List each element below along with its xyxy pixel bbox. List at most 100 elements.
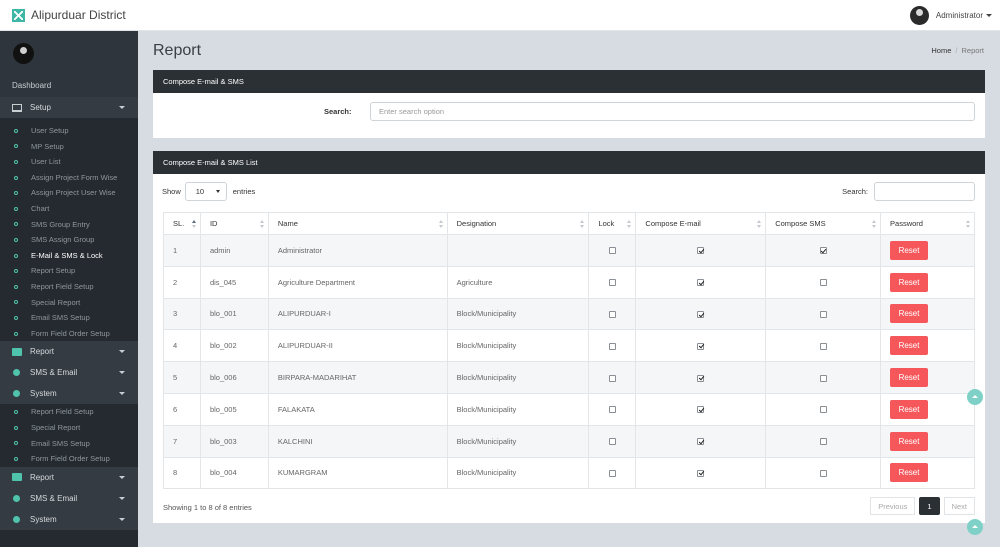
sidebar-subitem[interactable]: Chart bbox=[0, 201, 138, 217]
sidebar-subitem[interactable]: Form Field Order Setup bbox=[0, 451, 138, 467]
compose-email-checkbox[interactable] bbox=[697, 469, 705, 477]
sidebar-subitem[interactable]: User Setup bbox=[0, 123, 138, 139]
sidebar-subitem[interactable]: Assign Project Form Wise bbox=[0, 170, 138, 186]
panel-heading: Compose E-mail & SMS List bbox=[153, 151, 985, 174]
pagination-next[interactable]: Next bbox=[943, 497, 975, 515]
reset-password-button[interactable]: Reset bbox=[890, 240, 929, 260]
user-menu[interactable]: Administrator bbox=[909, 6, 992, 25]
table-header-row: SL. ID Name Designation Lock Compose E-mail Co… bbox=[163, 212, 975, 235]
table-row: 5 blo_006 BIRPARA-MADARIHAT Block/Municipal… bbox=[163, 361, 975, 394]
sidebar-subitem[interactable]: User List bbox=[0, 154, 138, 170]
lock-checkbox[interactable] bbox=[608, 247, 616, 255]
reset-password-button[interactable]: Reset bbox=[890, 336, 929, 356]
cell-name: ALIPURDUAR-I bbox=[267, 297, 448, 331]
sidebar-item-dashboard[interactable]: Dashboard bbox=[0, 75, 138, 97]
table-search-input[interactable] bbox=[874, 182, 975, 201]
sidebar-subitem[interactable]: Report Setup bbox=[0, 263, 138, 279]
lock-checkbox[interactable] bbox=[608, 374, 616, 382]
chevron-down-icon bbox=[119, 392, 125, 396]
sidebar-group-system-lower[interactable]: System bbox=[0, 508, 138, 530]
sidebar-subitem[interactable]: Special Report bbox=[0, 420, 138, 436]
sidebar-subitem[interactable]: SMS Group Entry bbox=[0, 217, 138, 233]
sidebar-group-report[interactable]: Report bbox=[0, 341, 138, 363]
app-title: Alipurduar District bbox=[31, 8, 126, 22]
column-header[interactable]: Password bbox=[880, 212, 975, 235]
compose-email-checkbox[interactable] bbox=[697, 374, 705, 382]
sidebar-subitem-label: SMS Assign Group bbox=[31, 235, 95, 245]
breadcrumb-home[interactable]: Home bbox=[931, 46, 951, 55]
sidebar-subitem[interactable]: Report Field Setup bbox=[0, 279, 138, 295]
cell-designation: Block/Municipality bbox=[446, 392, 590, 426]
reset-password-button[interactable]: Reset bbox=[890, 304, 929, 324]
sidebar-group-system[interactable]: System bbox=[0, 383, 138, 405]
reset-password-button[interactable]: Reset bbox=[890, 272, 929, 292]
cell-email bbox=[635, 361, 767, 394]
pagination-page-current[interactable]: 1 bbox=[919, 497, 940, 515]
brand[interactable]: Alipurduar District bbox=[12, 8, 126, 22]
lock-checkbox[interactable] bbox=[608, 342, 616, 350]
column-header[interactable]: Name bbox=[267, 212, 448, 235]
column-header-label: Name bbox=[277, 219, 298, 228]
column-header[interactable]: Designation bbox=[446, 212, 590, 235]
cell-email bbox=[635, 392, 767, 426]
column-header[interactable]: Compose E-mail bbox=[635, 212, 767, 235]
panel-heading: Compose E-mail & SMS bbox=[153, 70, 985, 93]
compose-sms-checkbox[interactable] bbox=[819, 438, 827, 446]
table-row: 3 blo_001 ALIPURDUAR-I Block/Municipality Re… bbox=[163, 297, 975, 331]
sidebar-subitem[interactable]: Special Report bbox=[0, 295, 138, 311]
sidebar-subitem[interactable]: Assign Project User Wise bbox=[0, 185, 138, 201]
compose-email-checkbox[interactable] bbox=[697, 247, 705, 255]
search-input[interactable] bbox=[370, 102, 975, 121]
sidebar-subitem[interactable]: E-Mail & SMS & Lock bbox=[0, 248, 138, 264]
sidebar-group-label: SMS & Email bbox=[30, 368, 78, 378]
chevron-down-icon bbox=[119, 517, 125, 521]
compose-email-checkbox[interactable] bbox=[697, 406, 705, 414]
lock-checkbox[interactable] bbox=[608, 438, 616, 446]
column-header[interactable]: Lock bbox=[588, 212, 637, 235]
sidebar-subitem[interactable]: MP Setup bbox=[0, 139, 138, 155]
pagination-previous[interactable]: Previous bbox=[870, 497, 916, 515]
entries-select[interactable]: 10 bbox=[184, 182, 227, 201]
compose-email-checkbox[interactable] bbox=[697, 279, 705, 287]
column-header[interactable]: ID bbox=[199, 212, 269, 235]
column-header[interactable]: Compose SMS bbox=[765, 212, 882, 235]
cell-lock bbox=[588, 392, 637, 426]
cell-sms bbox=[765, 392, 882, 426]
compose-sms-checkbox[interactable] bbox=[819, 469, 827, 477]
circle-bullet-icon bbox=[14, 191, 18, 196]
sidebar-group-sms-email-lower[interactable]: SMS & Email bbox=[0, 487, 138, 509]
reset-password-button[interactable]: Reset bbox=[890, 399, 929, 419]
sidebar-group-report-lower[interactable]: Report bbox=[0, 466, 138, 488]
sidebar-subitem[interactable]: SMS Assign Group bbox=[0, 232, 138, 248]
sidebar-group-setup[interactable]: Setup bbox=[0, 97, 138, 118]
scroll-top-button[interactable] bbox=[967, 519, 983, 535]
column-header[interactable]: SL. bbox=[163, 212, 201, 235]
compose-email-checkbox[interactable] bbox=[697, 342, 705, 350]
circle-bullet-icon bbox=[14, 284, 18, 289]
sidebar-subitem[interactable]: Email SMS Setup bbox=[0, 310, 138, 326]
sidebar-group-sms-email[interactable]: SMS & Email bbox=[0, 362, 138, 384]
reset-password-button[interactable]: Reset bbox=[890, 368, 929, 388]
compose-sms-checkbox[interactable] bbox=[819, 279, 827, 287]
cell-id: blo_003 bbox=[199, 424, 269, 458]
compose-email-checkbox[interactable] bbox=[697, 438, 705, 446]
compose-sms-checkbox[interactable] bbox=[819, 374, 827, 382]
compose-sms-checkbox[interactable] bbox=[819, 247, 827, 255]
table-row: 4 blo_002 ALIPURDUAR-II Block/Municipality R… bbox=[163, 329, 975, 363]
scroll-top-button[interactable] bbox=[967, 389, 983, 405]
sidebar-subitem[interactable]: Email SMS Setup bbox=[0, 436, 138, 452]
cell-name: KUMARGRAM bbox=[267, 456, 448, 490]
compose-email-checkbox[interactable] bbox=[697, 311, 705, 318]
lock-checkbox[interactable] bbox=[608, 406, 616, 414]
sidebar-subitem[interactable]: Form Field Order Setup bbox=[0, 326, 138, 342]
reset-password-button[interactable]: Reset bbox=[890, 463, 929, 483]
sidebar-subitem[interactable]: Report Field Setup bbox=[0, 404, 138, 420]
lock-checkbox[interactable] bbox=[608, 279, 616, 287]
compose-sms-checkbox[interactable] bbox=[819, 342, 827, 350]
lock-checkbox[interactable] bbox=[608, 469, 616, 477]
compose-sms-checkbox[interactable] bbox=[819, 311, 827, 318]
compose-sms-checkbox[interactable] bbox=[819, 406, 827, 414]
cell-password: Reset bbox=[880, 329, 975, 363]
lock-checkbox[interactable] bbox=[608, 311, 616, 318]
reset-password-button[interactable]: Reset bbox=[890, 431, 929, 451]
